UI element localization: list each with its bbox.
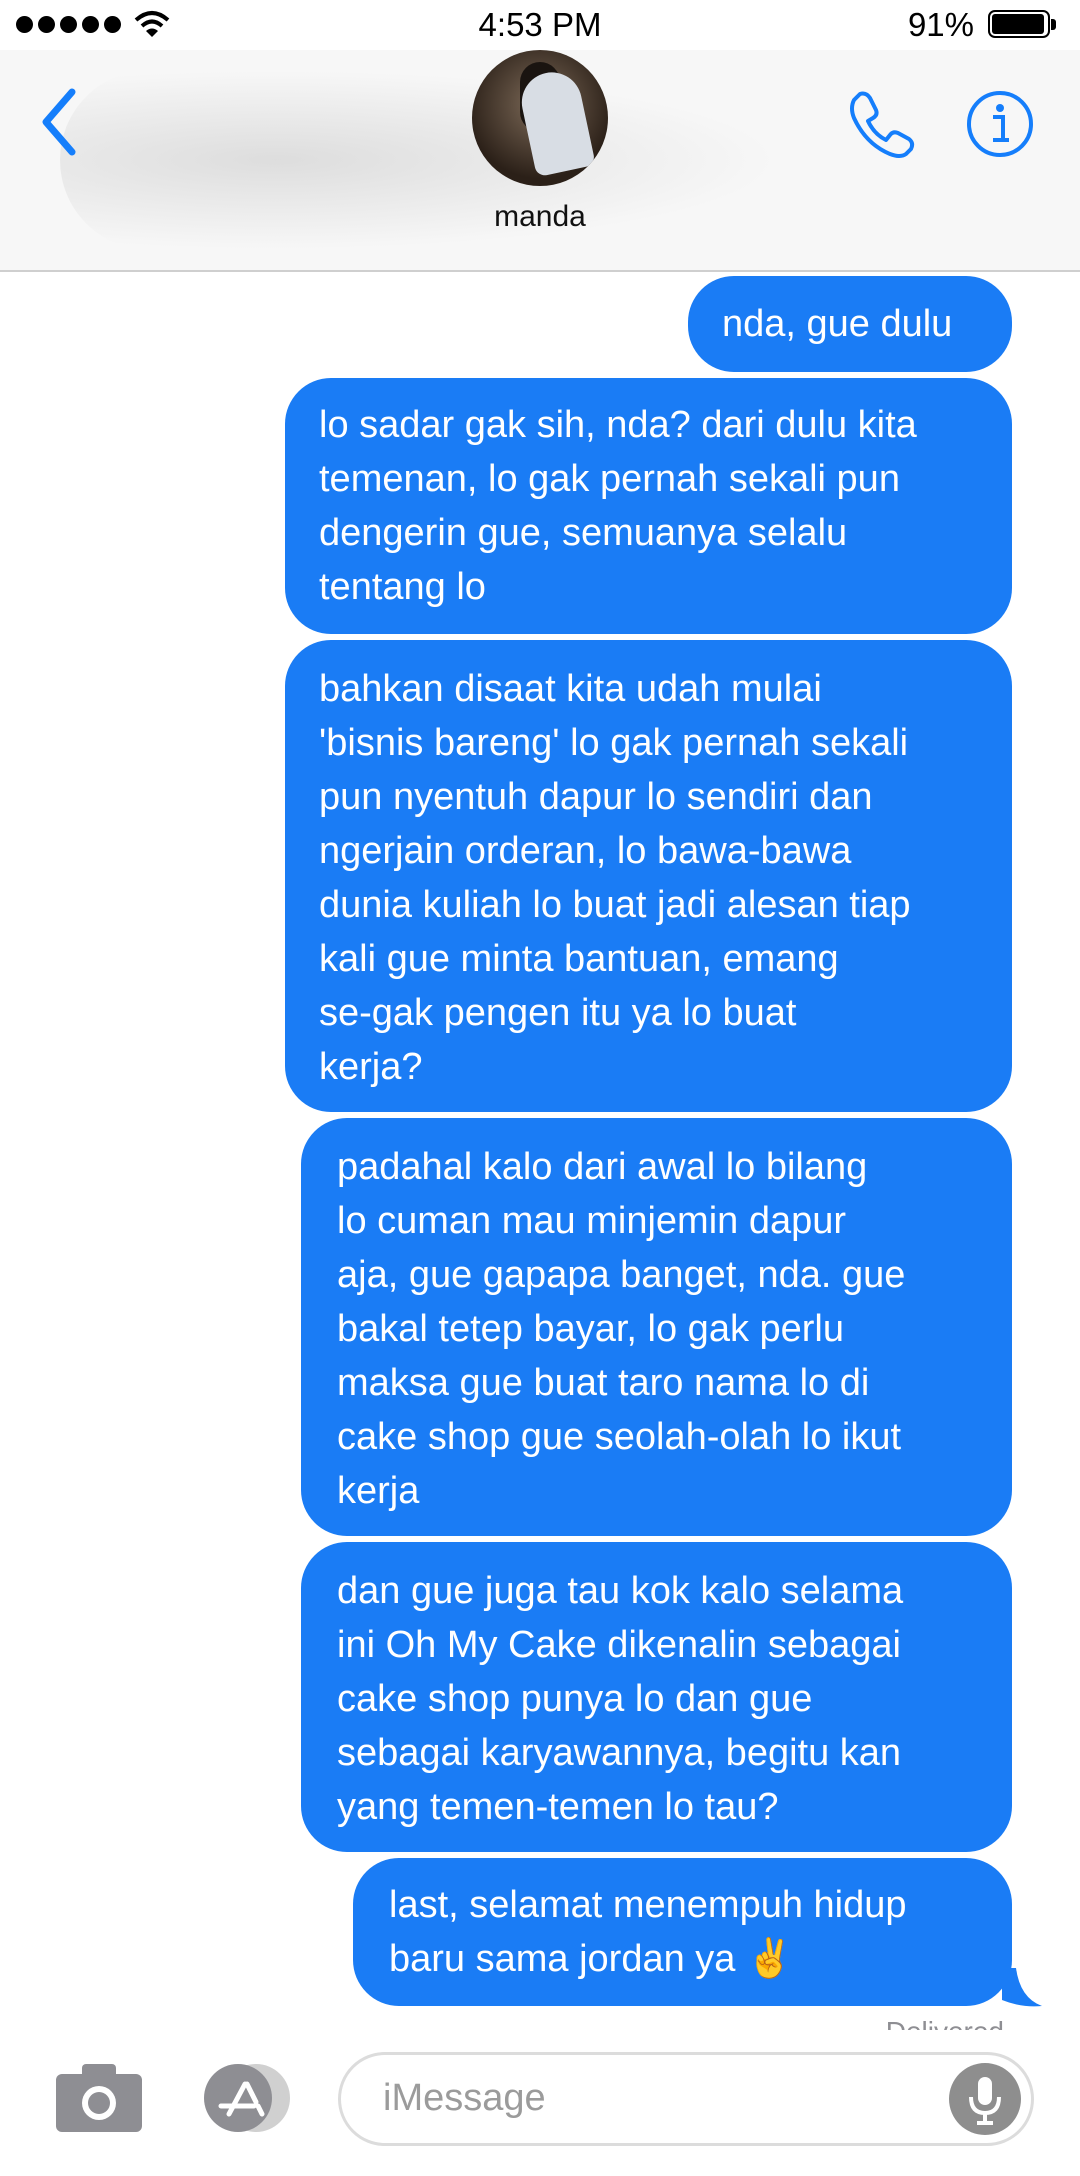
- sent-message[interactable]: bahkan disaat kita udah mulai 'bisnis ba…: [285, 640, 1012, 1112]
- bubble-tail: [1002, 1968, 1042, 2007]
- battery-percentage: 91%: [907, 6, 974, 43]
- status-bar: 4:53 PM 91%: [0, 0, 1080, 50]
- composer-bar: iMessage: [0, 2030, 1080, 2176]
- contact-avatar[interactable]: [472, 50, 608, 186]
- microphone-icon: [969, 2077, 1001, 2125]
- message-input[interactable]: iMessage: [338, 2052, 1034, 2146]
- info-icon[interactable]: [966, 90, 1034, 158]
- camera-icon[interactable]: [56, 2060, 142, 2132]
- battery-icon: [988, 10, 1058, 40]
- contact-name[interactable]: manda: [0, 200, 1080, 234]
- app-store-icon[interactable]: [196, 2062, 296, 2134]
- sent-message[interactable]: dan gue juga tau kok kalo selama ini Oh …: [301, 1542, 1012, 1852]
- sent-message[interactable]: last, selamat menempuh hidup baru sama j…: [353, 1858, 1012, 2006]
- sent-message[interactable]: lo sadar gak sih, nda? dari dulu kita te…: [285, 378, 1012, 634]
- sent-message[interactable]: nda, gue dulu: [688, 276, 1012, 372]
- sent-message[interactable]: padahal kalo dari awal lo bilang lo cuma…: [301, 1118, 1012, 1536]
- back-chevron-icon[interactable]: [40, 88, 80, 156]
- microphone-button[interactable]: [949, 2063, 1021, 2135]
- conversation-header: manda: [0, 50, 1080, 272]
- phone-icon[interactable]: [846, 88, 916, 158]
- message-input-placeholder: iMessage: [383, 2077, 546, 2119]
